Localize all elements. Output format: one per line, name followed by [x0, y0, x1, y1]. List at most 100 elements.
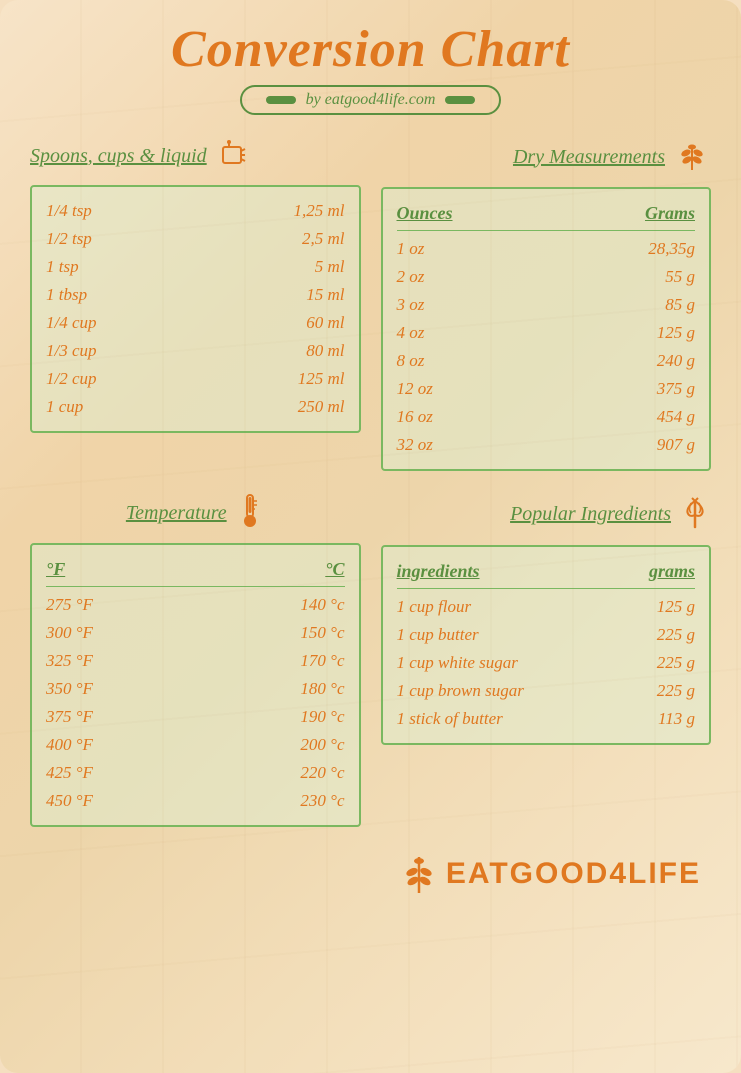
- table-header: °F°C: [46, 555, 345, 587]
- row-left: 16 oz: [397, 407, 433, 427]
- pill-end-left: [266, 96, 296, 104]
- table-row: 300 °F 150 °c: [46, 619, 345, 647]
- row-right: 200 °c: [300, 735, 344, 755]
- bottom-section: Temperature °F°C275 °F140 °c300 °F150 °c…: [30, 491, 711, 827]
- row-left: 1/3 cup: [46, 341, 97, 361]
- row-left: 300 °F: [46, 623, 93, 643]
- footer-logo: EATGOOD4LIFE: [398, 847, 701, 900]
- table-row: 16 oz 454 g: [397, 403, 696, 431]
- row-left: 12 oz: [397, 379, 433, 399]
- row-right: 5 ml: [315, 257, 345, 277]
- dry-title: Dry Measurements: [381, 135, 712, 179]
- row-left: 4 oz: [397, 323, 425, 343]
- row-left: 3 oz: [397, 295, 425, 315]
- row-left: 400 °F: [46, 735, 93, 755]
- header-left: °F: [46, 559, 65, 580]
- row-left: 1 stick of butter: [397, 709, 503, 729]
- row-left: 2 oz: [397, 267, 425, 287]
- row-right: 225 g: [657, 653, 695, 673]
- row-left: 1 cup butter: [397, 625, 479, 645]
- row-right: 240 g: [657, 351, 695, 371]
- row-left: 1/4 tsp: [46, 201, 92, 221]
- pill-end-right: [445, 96, 475, 104]
- row-right: 28,35g: [648, 239, 695, 259]
- header-left: Ounces: [397, 203, 453, 224]
- temp-col: Temperature °F°C275 °F140 °c300 °F150 °c…: [30, 491, 361, 827]
- row-right: 150 °c: [300, 623, 344, 643]
- table-row: 325 °F 170 °c: [46, 647, 345, 675]
- table-row: 1 oz 28,35g: [397, 235, 696, 263]
- table-row: 1 cup250 ml: [46, 393, 345, 421]
- row-right: 125 ml: [298, 369, 345, 389]
- footer: EATGOOD4LIFE: [30, 847, 711, 900]
- row-right: 125 g: [657, 323, 695, 343]
- subtitle-wrap: by eatgood4life.com: [30, 85, 711, 115]
- row-right: 180 °c: [300, 679, 344, 699]
- table-row: 32 oz907 g: [397, 431, 696, 459]
- row-left: 425 °F: [46, 763, 93, 783]
- row-right: 80 ml: [306, 341, 344, 361]
- table-row: 375 °F190 °c: [46, 703, 345, 731]
- table-row: 1 stick of butter113 g: [397, 705, 696, 733]
- table-row: 3 oz85 g: [397, 291, 696, 319]
- table-row: 1/4 tsp 1,25 ml: [46, 197, 345, 225]
- table-row: 425 °F 220 °c: [46, 759, 345, 787]
- row-right: 60 ml: [306, 313, 344, 333]
- row-left: 1 cup brown sugar: [397, 681, 524, 701]
- table-row: 1/2 tsp 2,5 ml: [46, 225, 345, 253]
- row-left: 1/4 cup: [46, 313, 97, 333]
- row-right: 1,25 ml: [294, 201, 345, 221]
- row-left: 1/2 cup: [46, 369, 97, 389]
- row-right: 15 ml: [306, 285, 344, 305]
- table-row: 400 °F 200 °c: [46, 731, 345, 759]
- row-right: 375 g: [657, 379, 695, 399]
- dry-table: OuncesGrams1 oz28,35g2 oz55 g3 oz85 g4 o…: [381, 187, 712, 471]
- row-left: 1 tsp: [46, 257, 79, 277]
- row-right: 230 °c: [300, 791, 344, 811]
- table-row: 12 oz 375 g: [397, 375, 696, 403]
- table-row: 350 °F180 °c: [46, 675, 345, 703]
- table-row: 1 tbsp 15 ml: [46, 281, 345, 309]
- row-left: 8 oz: [397, 351, 425, 371]
- top-section: Spoons, cups & liquid 1/4 tsp 1,25 ml 1/2 …: [30, 135, 711, 471]
- row-right: 220 °c: [300, 763, 344, 783]
- row-right: 125 g: [657, 597, 695, 617]
- spoons-col: Spoons, cups & liquid 1/4 tsp 1,25 ml 1/2 …: [30, 135, 361, 471]
- row-right: 454 g: [657, 407, 695, 427]
- row-right: 225 g: [657, 625, 695, 645]
- row-left: 1 cup flour: [397, 597, 472, 617]
- row-left: 1 tbsp: [46, 285, 87, 305]
- ingredients-table: ingredientsgrams 1 cup flour 125 g 1 cup bu…: [381, 545, 712, 745]
- row-left: 1/2 tsp: [46, 229, 92, 249]
- header-right: grams: [649, 561, 695, 582]
- table-row: 8 oz 240 g: [397, 347, 696, 375]
- row-right: 140 °c: [300, 595, 344, 615]
- table-row: 1/2 cup 125 ml: [46, 365, 345, 393]
- temp-table: °F°C 275 °F140 °c 300 °F 150 °c 325 °F 170 °c…: [30, 543, 361, 827]
- table-header: ingredientsgrams: [397, 557, 696, 589]
- row-right: 2,5 ml: [302, 229, 345, 249]
- subtitle-text: by eatgood4life.com: [306, 91, 436, 109]
- row-right: 907 g: [657, 435, 695, 455]
- footer-logo-text: EATGOOD4LIFE: [446, 857, 701, 891]
- row-right: 55 g: [665, 267, 695, 287]
- table-row: 1/4 cup 60 ml: [46, 309, 345, 337]
- wheat-icon: [673, 135, 711, 179]
- thermometer-icon: [235, 491, 265, 535]
- row-right: 170 °c: [300, 651, 344, 671]
- dry-col: Dry Measurements OuncesGrams1 oz28,35g2 …: [381, 135, 712, 471]
- row-left: 325 °F: [46, 651, 93, 671]
- row-left: 1 cup: [46, 397, 83, 417]
- table-row: 1 cup flour 125 g: [397, 593, 696, 621]
- row-left: 1 oz: [397, 239, 425, 259]
- table-row: 2 oz 55 g: [397, 263, 696, 291]
- table-row: 1 tsp 5 ml: [46, 253, 345, 281]
- row-left: 1 cup white sugar: [397, 653, 518, 673]
- ingredients-col: Popular Ingredients ingredientsgrams1 cu…: [381, 491, 712, 827]
- table-row: 275 °F140 °c: [46, 591, 345, 619]
- table-row: 4 oz 125 g: [397, 319, 696, 347]
- measuring-cup-icon: [215, 135, 251, 177]
- row-left: 375 °F: [46, 707, 93, 727]
- spoons-title: Spoons, cups & liquid: [30, 135, 361, 177]
- footer-wheat-icon: [398, 847, 440, 900]
